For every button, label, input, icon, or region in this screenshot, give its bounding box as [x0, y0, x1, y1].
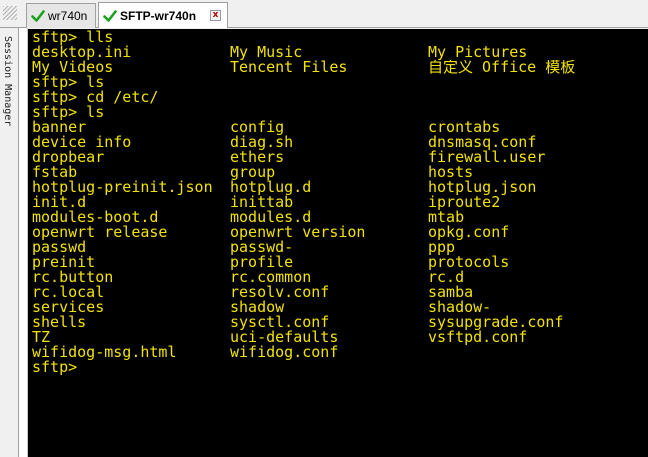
file-entry: inittab: [230, 195, 294, 210]
file-entry: group: [230, 165, 276, 180]
tab-sftp-wr740n[interactable]: SFTP-wr740n x: [98, 2, 228, 28]
terminal-output[interactable]: sftp> lls desktop.ini My Music My Pictures M…: [28, 29, 648, 457]
file-entry: rc.button: [32, 270, 114, 285]
file-entry: TZ: [32, 330, 51, 345]
terminal-listing-row: dropbear ethers firewall.user: [32, 150, 648, 165]
file-entry: 自定义 Office 模板: [428, 60, 576, 75]
session-manager-panel[interactable]: Session Manager: [0, 28, 19, 457]
file-entry: rc.common: [230, 270, 312, 285]
file-entry: My Music: [230, 45, 303, 60]
file-entry: hotplug.json: [428, 180, 537, 195]
file-entry: uci-defaults: [230, 330, 339, 345]
file-entry: passwd-: [230, 240, 294, 255]
terminal-listing-row: wifidog-msg.html wifidog.conf: [32, 345, 648, 360]
terminal-listing-row: TZ uci-defaults vsftpd.conf: [32, 330, 648, 345]
terminal-command-line: sftp> cd /etc/: [32, 90, 648, 105]
file-entry: shells: [32, 315, 87, 330]
file-entry: shadow-: [428, 300, 492, 315]
file-entry: samba: [428, 285, 474, 300]
terminal-listing-row: device_info diag.sh dnsmasq.conf: [32, 135, 648, 150]
file-entry: vsftpd.conf: [428, 330, 528, 345]
terminal-left-gutter: [19, 28, 28, 457]
file-entry: openwrt_release: [32, 225, 168, 240]
terminal-listing-row: desktop.ini My Music My Pictures: [32, 45, 648, 60]
file-entry: protocols: [428, 255, 510, 270]
file-entry: opkg.conf: [428, 225, 510, 240]
file-entry: resolv.conf: [230, 285, 330, 300]
file-entry: rc.d: [428, 270, 465, 285]
file-entry: crontabs: [428, 120, 501, 135]
command-text: sftp>: [32, 358, 78, 376]
terminal-listing-row: passwd passwd-ppp: [32, 240, 648, 255]
check-icon: [103, 9, 117, 23]
terminal-command-line: sftp> ls: [32, 105, 648, 120]
tab-bar: wr740n SFTP-wr740n x: [0, 0, 648, 28]
file-entry: fstab: [32, 165, 78, 180]
file-entry: rc.local: [32, 285, 105, 300]
terminal-listing-row: rc.local resolv.conf samba: [32, 285, 648, 300]
close-icon[interactable]: x: [210, 10, 221, 21]
file-entry: shadow: [230, 300, 285, 315]
file-entry: mtab: [428, 210, 465, 225]
file-entry: init.d: [32, 195, 87, 210]
file-entry: hosts: [428, 165, 474, 180]
terminal-listing-row: rc.button rc.common rc.d: [32, 270, 648, 285]
file-entry: banner: [32, 120, 87, 135]
file-entry: hotplug.d: [230, 180, 312, 195]
file-entry: ethers: [230, 150, 285, 165]
terminal-listing-row: banner config crontabs: [32, 120, 648, 135]
terminal-command-line: sftp>: [32, 360, 648, 375]
tab-wr740n[interactable]: wr740n: [26, 3, 96, 28]
command-text: sftp> lls: [32, 29, 114, 46]
terminal-command-line: sftp> lls: [32, 30, 648, 45]
terminal-listing-row: services shadow shadow-: [32, 300, 648, 315]
terminal-listing-row: shells sysctl.conf sysupgrade.conf: [32, 315, 648, 330]
file-entry: diag.sh: [230, 135, 294, 150]
file-entry: firewall.user: [428, 150, 546, 165]
tab-label: wr740n: [48, 9, 88, 23]
terminal-listing-row: fstab group hosts: [32, 165, 648, 180]
terminal-listing-row: hotplug-preinit.json hotplug.d hotplug.jso…: [32, 180, 648, 195]
file-entry: [428, 345, 626, 360]
file-entry: passwd: [32, 240, 87, 255]
file-entry: desktop.ini: [32, 45, 132, 60]
check-icon: [31, 9, 45, 23]
file-entry: config: [230, 120, 285, 135]
file-entry: services: [32, 300, 105, 315]
file-entry: Tencent Files: [230, 60, 348, 75]
file-entry: openwrt_version: [230, 225, 366, 240]
terminal-listing-row: modules-boot.d modules.d mtab: [32, 210, 648, 225]
command-text: sftp> ls: [32, 103, 105, 121]
file-entry: modules.d: [230, 210, 312, 225]
file-entry: dnsmasq.conf: [428, 135, 537, 150]
session-manager-label: Session Manager: [2, 36, 13, 127]
file-entry: sysupgrade.conf: [428, 315, 564, 330]
file-entry: hotplug-preinit.json: [32, 180, 213, 195]
terminal-listing-row: preinit profile protocols: [32, 255, 648, 270]
file-entry: iproute2: [428, 195, 501, 210]
terminal-listing-row: init.d inittab iproute2: [32, 195, 648, 210]
grip-icon[interactable]: [3, 6, 17, 20]
file-entry: profile: [230, 255, 294, 270]
file-entry: ppp: [428, 240, 456, 255]
file-entry: My Pictures: [428, 45, 528, 60]
file-entry: dropbear: [32, 150, 105, 165]
file-entry: device_info: [32, 135, 132, 150]
file-entry: sysctl.conf: [230, 315, 330, 330]
file-entry: preinit: [32, 255, 96, 270]
file-entry: wifidog.conf: [230, 345, 339, 360]
file-entry: modules-boot.d: [32, 210, 159, 225]
terminal-listing-row: My Videos Tencent Files 自定义 Office 模板: [32, 60, 648, 75]
terminal-listing-row: openwrt_release openwrt_version opkg.conf: [32, 225, 648, 240]
tab-label: SFTP-wr740n: [120, 8, 197, 23]
